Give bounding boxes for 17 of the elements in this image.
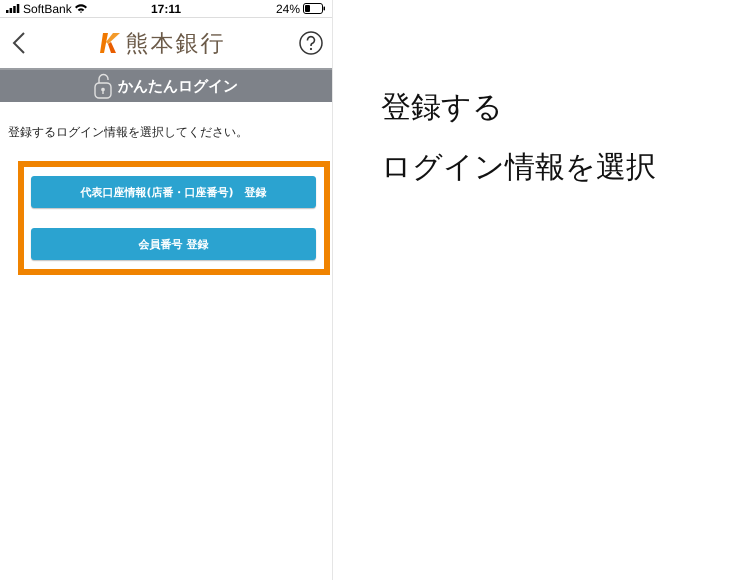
back-icon[interactable] [12, 32, 26, 54]
caption-text: ログイン情報を選択 [381, 150, 656, 186]
register-button[interactable]: 代表口座情報(店番・口座番号) 登録 [31, 176, 316, 208]
help-icon[interactable] [299, 31, 323, 55]
signal-icon [6, 4, 20, 13]
battery-icon [303, 3, 326, 14]
caption-text: 登録する [381, 90, 504, 126]
clock-time: 17:11 [150, 2, 182, 16]
logo-icon [100, 33, 120, 53]
banner-title: かんたんログイン [118, 76, 238, 96]
register-button[interactable]: 会員番号 登録 [31, 228, 316, 260]
carrier-name: SoftBank [23, 2, 72, 16]
unlock-icon [94, 73, 112, 99]
battery-percent: 24% [276, 2, 300, 16]
bank-logo-text: 熊本銀行 [126, 30, 226, 58]
wifi-icon [74, 4, 87, 13]
instruction-text: 登録するログイン情報を選択してください。 [8, 124, 249, 141]
